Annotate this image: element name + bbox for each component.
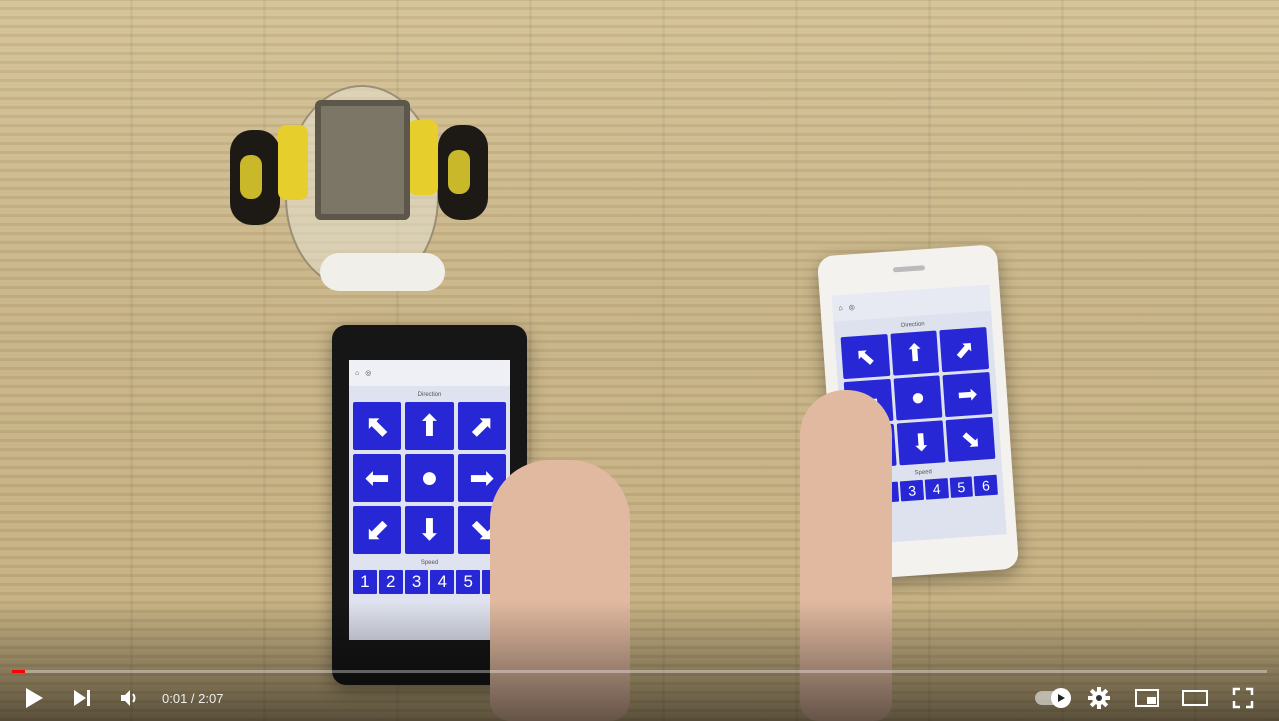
speed-label: Speed xyxy=(420,560,439,566)
speed-button: 5 xyxy=(949,476,974,498)
volume-button[interactable] xyxy=(106,680,154,716)
settings-gear-icon xyxy=(1088,687,1110,709)
fullscreen-icon xyxy=(1232,687,1254,709)
progress-played xyxy=(12,670,25,673)
autoplay-toggle-icon xyxy=(1035,688,1071,708)
arrow-up-right-icon: ⬈ xyxy=(457,402,506,450)
arrow-down-icon: ⬇ xyxy=(405,506,454,554)
direction-label: Direction xyxy=(417,392,442,398)
app-bar: ⌂ ◎ xyxy=(349,360,510,386)
arrow-down-right-icon: ⬊ xyxy=(945,416,996,462)
settings-button[interactable] xyxy=(1075,680,1123,716)
theater-mode-button[interactable] xyxy=(1171,680,1219,716)
direction-pad: ⬉ ⬆ ⬈ ⬅ ● ➡ ⬋ ⬇ ⬊ xyxy=(349,402,510,554)
stop-circle-icon: ● xyxy=(405,454,454,502)
arrow-down-icon: ⬇ xyxy=(896,420,946,466)
speed-buttons: 1 2 3 4 5 6 xyxy=(349,570,510,594)
home-icon: ⌂ xyxy=(838,304,844,312)
control-bar: 0:01 / 2:07 xyxy=(0,680,1279,716)
next-icon xyxy=(74,690,90,706)
arrow-left-icon: ⬅ xyxy=(353,454,402,502)
volume-icon xyxy=(121,690,136,706)
speed-button: 3 xyxy=(404,570,429,594)
time-display: 0:01 / 2:07 xyxy=(162,691,223,706)
arrow-up-right-icon: ⬈ xyxy=(939,327,990,373)
robot-car xyxy=(230,45,490,295)
arrow-up-icon: ⬆ xyxy=(405,402,454,450)
speed-button: 5 xyxy=(456,570,481,594)
speed-button: 2 xyxy=(378,570,403,594)
play-button[interactable] xyxy=(10,680,58,716)
progress-bar[interactable] xyxy=(12,670,1267,673)
home-icon: ⌂ xyxy=(355,369,360,377)
next-button[interactable] xyxy=(58,680,106,716)
autoplay-toggle[interactable] xyxy=(1027,680,1075,716)
arrow-up-left-icon: ⬉ xyxy=(840,333,891,380)
phone-left-screen: ⌂ ◎ Direction ⬉ ⬆ ⬈ ⬅ ● ➡ ⬋ ⬇ ⬊ Speed 1 … xyxy=(349,360,510,640)
play-icon xyxy=(26,688,43,708)
app-bar: ⌂ ◎ xyxy=(831,284,992,322)
speed-button: 4 xyxy=(430,570,455,594)
theater-mode-icon xyxy=(1182,690,1208,706)
arrow-up-left-icon: ⬉ xyxy=(353,402,402,450)
speed-button: 1 xyxy=(353,570,377,594)
video-player[interactable]: ⌂ ◎ Direction ⬉ ⬆ ⬈ ⬅ ● ➡ ⬋ ⬇ ⬊ Speed 1 … xyxy=(0,0,1279,721)
arrow-up-icon: ⬆ xyxy=(890,330,940,376)
arrow-down-left-icon: ⬋ xyxy=(353,506,402,554)
miniplayer-button[interactable] xyxy=(1123,680,1171,716)
stop-circle-icon: ● xyxy=(893,375,943,421)
speed-button: 4 xyxy=(924,478,949,500)
app-logo-icon: ◎ xyxy=(848,304,856,312)
duration: 2:07 xyxy=(198,690,224,706)
speed-button: 3 xyxy=(900,479,925,502)
miniplayer-icon xyxy=(1135,689,1159,707)
app-logo-icon: ◎ xyxy=(365,370,372,377)
fullscreen-button[interactable] xyxy=(1219,680,1267,716)
time-separator: / xyxy=(187,690,199,706)
speed-button: 6 xyxy=(973,474,998,497)
current-time: 0:01 xyxy=(162,690,188,706)
arrow-right-icon: ➡ xyxy=(942,371,993,418)
